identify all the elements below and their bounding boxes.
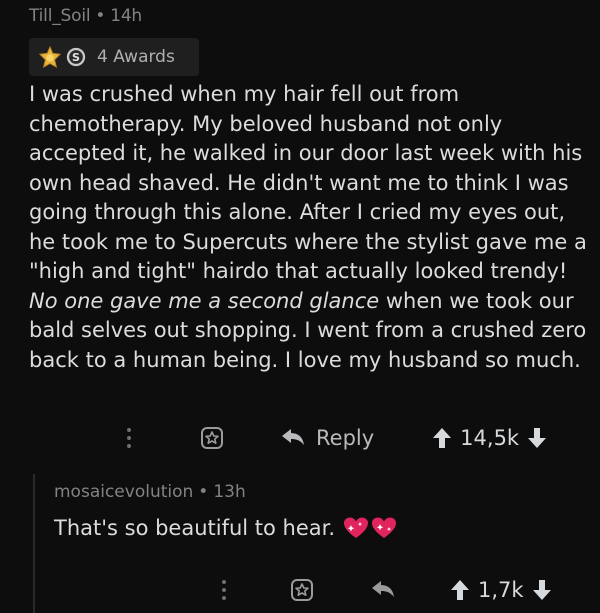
comment-body-part1: I was crushed when my hair fell out from… bbox=[29, 82, 587, 283]
more-options-icon[interactable] bbox=[124, 426, 134, 450]
upvote-icon[interactable] bbox=[450, 579, 470, 601]
reply-label: Reply bbox=[316, 426, 375, 450]
downvote-icon[interactable] bbox=[527, 427, 547, 449]
comment-body: I was crushed when my hair fell out from… bbox=[29, 80, 589, 375]
thread-line[interactable] bbox=[33, 474, 35, 613]
gold-award-icon bbox=[39, 46, 61, 68]
awards-badge[interactable]: S 4 Awards bbox=[29, 38, 199, 76]
reply-age: 13h bbox=[213, 482, 246, 502]
reply-arrow-icon bbox=[282, 429, 304, 445]
give-award-icon[interactable] bbox=[290, 578, 314, 602]
reply-body: That's so beautiful to hear. bbox=[54, 516, 397, 540]
reply-button[interactable]: Reply bbox=[280, 426, 374, 450]
silver-award-icon: S bbox=[66, 47, 86, 67]
comment-body-italic: No one gave me a second glance bbox=[29, 288, 380, 313]
score: 1,7k bbox=[478, 578, 524, 602]
reply-meta: mosaicevolution • 13h bbox=[54, 482, 246, 502]
meta-separator: • bbox=[95, 6, 106, 26]
give-award-icon[interactable] bbox=[200, 426, 224, 450]
score: 14,5k bbox=[460, 426, 520, 450]
reply-arrow-icon[interactable] bbox=[370, 579, 396, 601]
more-options-icon[interactable] bbox=[219, 578, 229, 602]
vote-control: 14,5k bbox=[432, 426, 547, 450]
awards-count: 4 Awards bbox=[97, 47, 175, 67]
reply-body-text: That's so beautiful to hear. bbox=[54, 516, 336, 540]
sparkling-heart-icon bbox=[372, 517, 397, 538]
downvote-icon[interactable] bbox=[532, 579, 552, 601]
comment-age: 14h bbox=[110, 6, 143, 26]
comment-action-bar: Reply 14,5k bbox=[124, 418, 584, 458]
reply-author[interactable]: mosaicevolution bbox=[54, 482, 193, 502]
meta-separator: • bbox=[198, 482, 209, 502]
svg-text:S: S bbox=[72, 51, 80, 64]
comment-meta: Till_Soil • 14h bbox=[29, 6, 142, 26]
sparkling-heart-icon bbox=[344, 517, 369, 538]
upvote-icon[interactable] bbox=[432, 427, 452, 449]
reply-action-bar: 1,7k bbox=[219, 570, 589, 610]
comment-author[interactable]: Till_Soil bbox=[29, 6, 91, 26]
vote-control: 1,7k bbox=[450, 578, 552, 602]
